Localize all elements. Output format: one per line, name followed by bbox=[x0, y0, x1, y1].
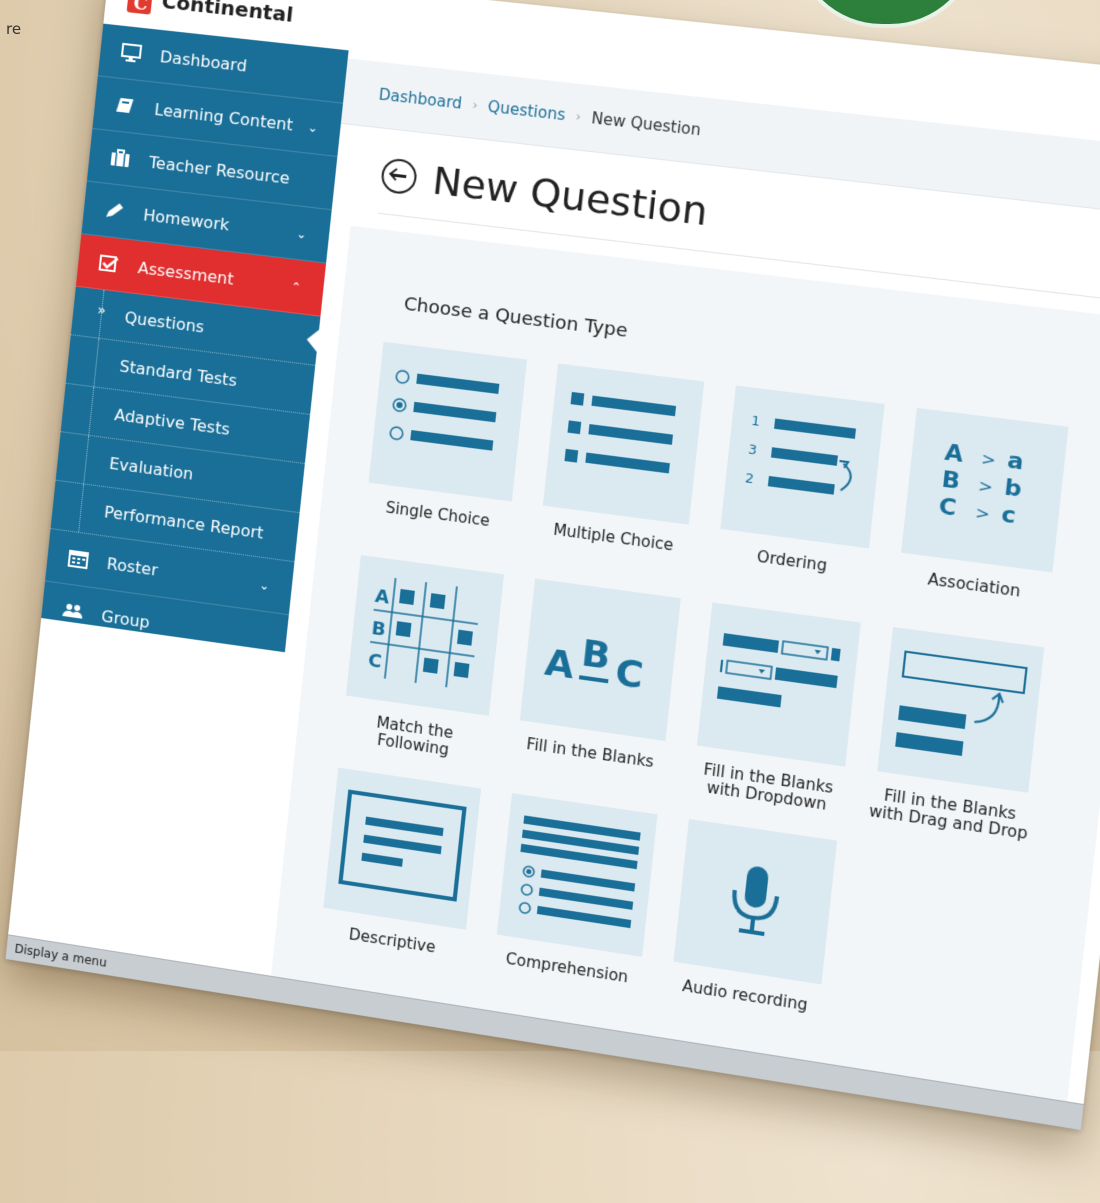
svg-text:C: C bbox=[613, 652, 645, 698]
sidebar-item-label: Group bbox=[100, 605, 151, 632]
microphone-icon[interactable] bbox=[673, 818, 838, 985]
sidebar-item-label: Social bbox=[94, 658, 144, 685]
double-chevron-icon: » bbox=[96, 302, 107, 320]
sidebar-item-label: Teacher Resource bbox=[148, 152, 291, 188]
question-type-label: Match the Following bbox=[375, 713, 455, 760]
chat-icon bbox=[56, 652, 80, 675]
app-window: C Continental Dashboard Learning Content… bbox=[5, 0, 1100, 1130]
question-type-label: Fill in the Blanks with Drag and Drop bbox=[868, 785, 1029, 844]
svg-text:3: 3 bbox=[747, 442, 757, 459]
breadcrumb-separator: › bbox=[471, 97, 479, 114]
svg-text:>: > bbox=[980, 449, 997, 471]
question-type-panel: Choose a Question Type Single Choice Mul… bbox=[269, 225, 1100, 1113]
sidebar-subitem-label: Questions bbox=[123, 307, 206, 337]
question-type-label: Multiple Choice bbox=[552, 520, 675, 555]
chevron-icon: ⌃ bbox=[290, 279, 302, 295]
page-header: New Question bbox=[379, 152, 710, 234]
sidebar-item-label: Learning Content bbox=[153, 99, 294, 135]
question-type-label: Fill in the Blanks bbox=[525, 734, 655, 772]
question-type-multiple-choice[interactable]: Multiple Choice bbox=[533, 363, 709, 580]
brand-name: Continental bbox=[160, 0, 295, 27]
question-type-label: Comprehension bbox=[504, 949, 630, 987]
fill-dropdown-icon[interactable] bbox=[696, 602, 861, 767]
descriptive-icon[interactable] bbox=[323, 767, 482, 930]
svg-text:A: A bbox=[543, 642, 577, 688]
logo-icon: C bbox=[126, 0, 156, 15]
back-arrow-icon[interactable] bbox=[379, 157, 419, 196]
chevron-icon: ⌄ bbox=[295, 226, 308, 242]
question-type-audio-recording[interactable]: Audio recording bbox=[663, 818, 841, 1040]
breadcrumb-questions[interactable]: Questions bbox=[487, 97, 566, 124]
chevron-icon: ⌄ bbox=[258, 577, 271, 594]
svg-text:B: B bbox=[579, 632, 612, 678]
fill-drag-drop-icon[interactable] bbox=[877, 626, 1045, 793]
question-type-label: Audio recording bbox=[681, 976, 809, 1015]
svg-text:C: C bbox=[937, 494, 957, 522]
monitor-icon bbox=[119, 42, 143, 64]
sidebar-item-label: Dashboard bbox=[159, 46, 248, 76]
multiple-choice-icon[interactable] bbox=[542, 363, 705, 525]
chevron-icon: ⌄ bbox=[306, 120, 319, 136]
fill-blanks-icon[interactable]: ABC bbox=[519, 578, 681, 742]
status-text: Display a menu bbox=[13, 941, 108, 970]
sidebar-item-label: Homework bbox=[142, 204, 231, 235]
svg-text:1: 1 bbox=[750, 413, 760, 430]
checkbox-icon bbox=[97, 252, 121, 275]
question-type-grid: Single Choice Multiple Choice 1 3 2 Order… bbox=[314, 341, 1100, 1076]
background-text-fragment: re bbox=[6, 20, 22, 38]
tilted-monitor: C Continental Dashboard Learning Content… bbox=[0, 0, 1100, 1203]
svg-text:A: A bbox=[943, 440, 964, 468]
briefcase-icon bbox=[108, 147, 132, 169]
sidebar-subitem-label: Adaptive Tests bbox=[113, 404, 231, 439]
match-following-icon[interactable]: ABC bbox=[345, 554, 505, 716]
question-type-ordering[interactable]: 1 3 2 Ordering bbox=[710, 385, 889, 605]
sidebar-item-label: Assessment bbox=[137, 257, 235, 289]
comprehension-icon[interactable] bbox=[496, 793, 658, 957]
sidebar-subitem-label: Performance Report bbox=[103, 501, 265, 543]
svg-text:A: A bbox=[374, 586, 391, 609]
people-icon bbox=[61, 600, 85, 623]
svg-text:c: c bbox=[1000, 502, 1017, 530]
sidebar-subitem-label: Standard Tests bbox=[118, 356, 238, 390]
question-type-label: Ordering bbox=[756, 547, 828, 576]
chevron-icon: ⌄ bbox=[247, 683, 259, 700]
svg-text:b: b bbox=[1003, 475, 1023, 503]
question-type-descriptive[interactable]: Descriptive bbox=[314, 767, 486, 985]
single-choice-icon[interactable] bbox=[368, 341, 528, 502]
question-type-comprehension[interactable]: Comprehension bbox=[487, 792, 662, 1012]
question-type-fill-in-the-blanks-with-dropdown[interactable]: Fill in the Blanks with Dropdown bbox=[687, 602, 865, 823]
pencil-icon bbox=[103, 200, 127, 222]
svg-text:C: C bbox=[367, 650, 383, 673]
question-type-fill-in-the-blanks[interactable]: ABC Fill in the Blanks bbox=[510, 578, 685, 797]
question-type-single-choice[interactable]: Single Choice bbox=[359, 341, 531, 556]
association-icon[interactable]: A > a B > b C > c bbox=[901, 407, 1069, 573]
question-type-label: Single Choice bbox=[384, 498, 491, 531]
section-title: Choose a Question Type bbox=[402, 293, 629, 342]
question-type-label: Fill in the Blanks with Dropdown bbox=[702, 760, 835, 814]
brand-logo[interactable]: C Continental bbox=[126, 0, 295, 30]
svg-text:>: > bbox=[977, 476, 994, 498]
calendar-icon bbox=[66, 548, 90, 571]
breadcrumb-dashboard[interactable]: Dashboard bbox=[378, 85, 463, 112]
svg-text:2: 2 bbox=[744, 471, 754, 488]
ordering-icon[interactable]: 1 3 2 bbox=[720, 385, 885, 549]
question-type-fill-in-the-blanks-with-drag-and-drop[interactable]: Fill in the Blanks with Drag and Drop bbox=[867, 626, 1049, 849]
svg-text:B: B bbox=[940, 467, 961, 495]
question-type-association[interactable]: A > a B > b C > c Association bbox=[891, 407, 1073, 629]
green-badge bbox=[792, 0, 980, 28]
svg-text:B: B bbox=[371, 618, 387, 641]
question-type-match-the-following[interactable]: ABC Match the Following bbox=[336, 554, 508, 771]
breadcrumb-current: New Question bbox=[590, 108, 702, 140]
question-type-label: Association bbox=[926, 569, 1022, 601]
sidebar-subitem-label: Evaluation bbox=[108, 453, 195, 484]
question-type-label: Descriptive bbox=[348, 925, 437, 957]
svg-text:>: > bbox=[974, 503, 991, 525]
sidebar: Dashboard Learning Content ⌄ Teacher Res… bbox=[34, 23, 349, 722]
book-icon bbox=[114, 94, 138, 116]
breadcrumb-separator: › bbox=[574, 108, 582, 125]
sidebar-item-label: Roster bbox=[105, 553, 159, 580]
svg-text:a: a bbox=[1006, 448, 1025, 476]
